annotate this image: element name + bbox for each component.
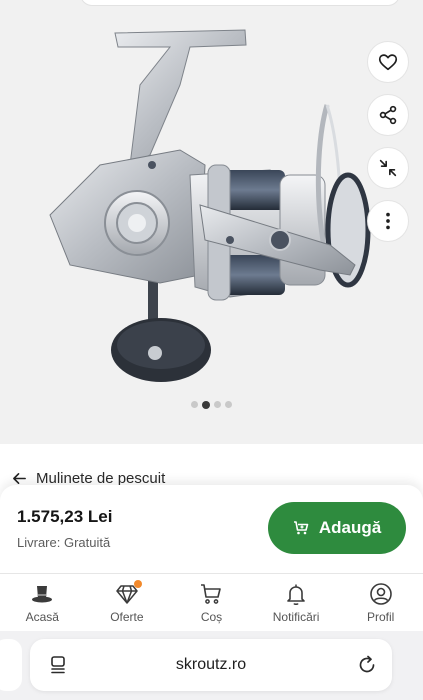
gallery-dot[interactable] xyxy=(191,401,198,408)
gallery-pagination[interactable] xyxy=(0,400,423,409)
nav-label-notifications: Notificări xyxy=(272,610,320,624)
gallery-dot[interactable] xyxy=(214,401,221,408)
previous-tab-preview[interactable] xyxy=(0,639,22,691)
add-to-cart-button[interactable]: Adaugă xyxy=(268,502,406,554)
favorite-button[interactable] xyxy=(367,41,409,83)
browser-toolbar: skroutz.ro xyxy=(0,631,423,700)
hat-icon xyxy=(32,586,53,603)
product-gallery[interactable] xyxy=(0,0,423,444)
share-button[interactable] xyxy=(367,94,409,136)
nav-label-cart: Coș xyxy=(200,610,223,624)
nav-label-profile: Profil xyxy=(367,610,395,624)
nav-item-cart[interactable]: Coș xyxy=(169,574,254,631)
heart-icon xyxy=(378,54,398,71)
product-image[interactable] xyxy=(30,25,375,390)
delivery-info: Livrare: Gratuită xyxy=(17,535,111,550)
minimize-icon xyxy=(379,159,397,177)
nav-item-offers[interactable]: Oferte xyxy=(85,574,170,631)
arrow-left-icon xyxy=(13,473,26,484)
gallery-dot[interactable] xyxy=(225,401,232,408)
reload-icon[interactable] xyxy=(356,654,378,676)
offers-badge xyxy=(133,580,142,588)
product-price: 1.575,23 Lei xyxy=(17,507,113,526)
url-text[interactable]: skroutz.ro xyxy=(176,656,246,674)
more-button[interactable] xyxy=(367,200,409,242)
cart-icon xyxy=(201,584,222,604)
bottom-nav: Acasă Oferte Coș Notificări Profil xyxy=(0,573,423,631)
tabs-icon[interactable] xyxy=(47,654,69,676)
gallery-dot-active[interactable] xyxy=(202,400,210,409)
bell-icon xyxy=(287,584,305,605)
nav-item-notifications[interactable]: Notificări xyxy=(254,574,339,631)
address-bar[interactable]: skroutz.ro xyxy=(30,639,392,691)
top-card-edge xyxy=(80,0,400,6)
buy-bar: 1.575,23 Lei Livrare: Gratuită Adaugă xyxy=(0,485,423,573)
add-to-cart-label: Adaugă xyxy=(318,518,382,537)
user-icon xyxy=(369,583,392,605)
nav-label-home: Acasă xyxy=(25,610,59,624)
nav-item-profile[interactable]: Profil xyxy=(338,574,423,631)
share-icon xyxy=(379,105,397,125)
collapse-button[interactable] xyxy=(367,147,409,189)
nav-item-home[interactable]: Acasă xyxy=(0,574,85,631)
more-vertical-icon xyxy=(386,212,390,230)
cart-add-icon xyxy=(293,521,309,535)
nav-label-offers: Oferte xyxy=(110,610,144,624)
